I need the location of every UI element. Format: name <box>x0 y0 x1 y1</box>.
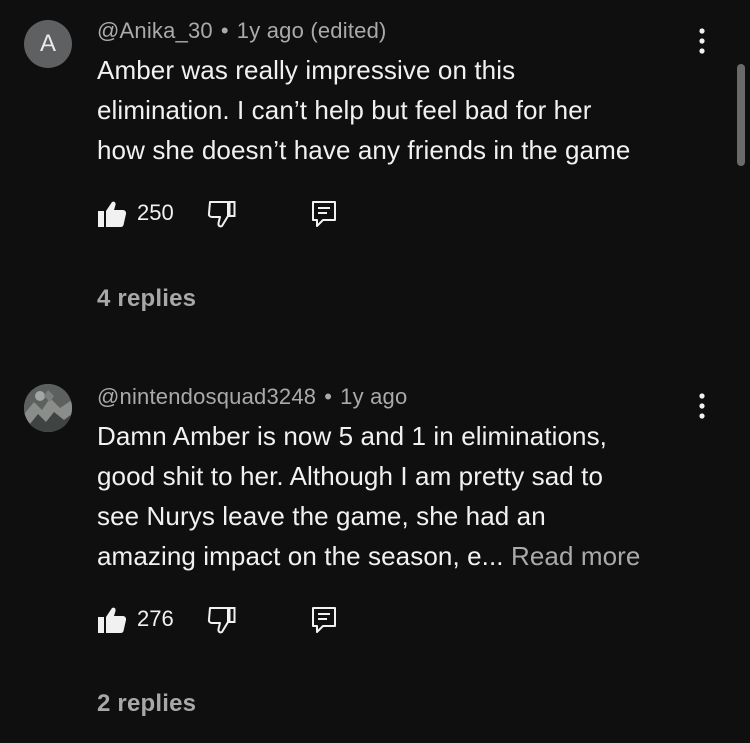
meta-separator: • <box>324 384 333 409</box>
thumbs-down-icon[interactable] <box>207 606 237 634</box>
comment-meta: @Anika_30 • 1y ago (edited) <box>97 18 387 44</box>
comment-actions: 250 <box>97 194 377 234</box>
comment-line: see Nurys leave the game, she had an <box>97 501 546 531</box>
comment-text: Damn Amber is now 5 and 1 in elimination… <box>97 416 707 576</box>
avatar-image <box>24 384 72 432</box>
comment-line: amazing impact on the season, e... <box>97 541 504 571</box>
avatar[interactable]: A <box>24 20 72 68</box>
reply-comment-icon[interactable] <box>311 200 337 228</box>
thumbs-down-icon[interactable] <box>207 200 237 228</box>
replies-button[interactable]: 2 replies <box>97 690 196 718</box>
avatar[interactable] <box>24 384 72 432</box>
comment-author[interactable]: @nintendosquad3248 <box>97 384 316 409</box>
meta-separator: • <box>220 18 229 43</box>
comment-line: good shit to her. Although I am pretty s… <box>97 461 604 491</box>
comment-meta: @nintendosquad3248 • 1y ago <box>97 384 407 410</box>
replies-button[interactable]: 4 replies <box>97 285 196 313</box>
comment-timestamp: 1y ago <box>340 384 408 409</box>
like-count: 250 <box>137 200 174 225</box>
avatar-letter: A <box>39 30 56 57</box>
comment-line: Amber was really impressive on this <box>97 55 516 85</box>
thumbs-up-icon[interactable] <box>97 200 127 228</box>
comment-line: how she doesn’t have any friends in the … <box>97 135 631 165</box>
scrollbar[interactable] <box>737 64 745 166</box>
comment-line-last: amazing impact on the season, e... Read … <box>97 536 707 576</box>
comment-author[interactable]: @Anika_30 <box>97 18 213 43</box>
comment-line: Damn Amber is now 5 and 1 in elimination… <box>97 421 608 451</box>
comment-timestamp: 1y ago (edited) <box>236 18 387 43</box>
read-more-link[interactable]: Read more <box>511 541 641 571</box>
reply-comment-icon[interactable] <box>311 606 337 634</box>
thumbs-up-icon[interactable] <box>97 606 127 634</box>
comment-line: elimination. I can’t help but feel bad f… <box>97 95 592 125</box>
comments-panel: A @Anika_30 • 1y ago (edited) Amber was re… <box>0 0 750 743</box>
comment-actions: 276 <box>97 600 377 640</box>
comment-text: Amber was really impressive on this elim… <box>97 50 707 170</box>
like-count: 276 <box>137 606 174 631</box>
